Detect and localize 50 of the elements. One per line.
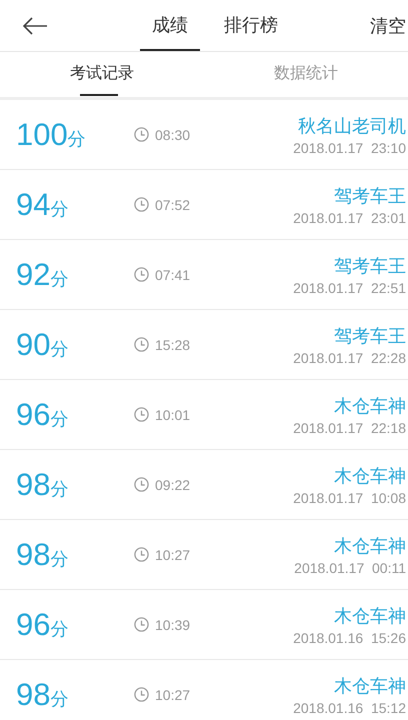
duration-text: 10:01: [155, 406, 190, 422]
tab[interactable]: 考试记录: [0, 52, 204, 97]
duration-text: 07:41: [155, 266, 190, 282]
duration-text: 07:52: [155, 196, 190, 212]
date-time-text: 2018.01.17 00:11: [294, 560, 406, 576]
score-text: 96分: [16, 396, 70, 432]
duration-text: 15:28: [155, 336, 190, 352]
date-time-text: 2018.01.16 15:26: [293, 630, 406, 646]
clock-icon: [134, 617, 149, 632]
date-time-text: 2018.01.16 15:12: [293, 700, 406, 716]
clock-icon: [134, 267, 149, 282]
clock-icon: [134, 127, 149, 142]
duration-text: 08:30: [155, 126, 190, 142]
date-time-text: 2018.01.17 23:10: [293, 140, 406, 156]
duration-text: 10:27: [155, 686, 190, 702]
tab[interactable]: 排行榜: [212, 0, 290, 51]
duration-text: 10:39: [155, 616, 190, 632]
tab[interactable]: 成绩: [140, 0, 200, 51]
score-text: 98分: [16, 466, 70, 502]
user-name: 木仓车神: [334, 534, 406, 558]
clear-button[interactable]: 清空: [370, 0, 408, 51]
clock-icon: [134, 337, 149, 352]
score-text: 96分: [16, 606, 70, 642]
user-name: 秋名山老司机: [298, 114, 406, 138]
clock-icon: [134, 687, 149, 702]
date-time-text: 2018.01.17 10:08: [293, 490, 406, 506]
date-time-text: 2018.01.17 22:51: [293, 280, 406, 296]
date-time-text: 2018.01.17 22:18: [293, 420, 406, 436]
user-name: 木仓车神: [334, 464, 406, 488]
date-time-text: 2018.01.17 23:01: [293, 210, 406, 226]
user-name: 驾考车王: [334, 184, 406, 208]
score-text: 90分: [16, 326, 70, 362]
user-name: 驾考车王: [334, 324, 406, 348]
user-name: 木仓车神: [334, 394, 406, 418]
user-name: 驾考车王: [334, 254, 406, 278]
score-text: 98分: [16, 536, 70, 572]
back-arrow-icon: [22, 16, 48, 34]
user-name: 木仓车神: [334, 604, 406, 628]
user-name: 木仓车神: [334, 674, 406, 698]
clock-icon: [134, 477, 149, 492]
score-text: 92分: [16, 256, 70, 292]
duration-text: 10:27: [155, 546, 190, 562]
clock-icon: [134, 547, 149, 562]
clock-icon: [134, 197, 149, 212]
clock-icon: [134, 407, 149, 422]
score-text: 100分: [16, 116, 87, 152]
duration-text: 09:22: [155, 476, 190, 492]
score-text: 98分: [16, 676, 70, 712]
date-time-text: 2018.01.17 22:28: [293, 350, 406, 366]
score-text: 94分: [16, 186, 70, 222]
